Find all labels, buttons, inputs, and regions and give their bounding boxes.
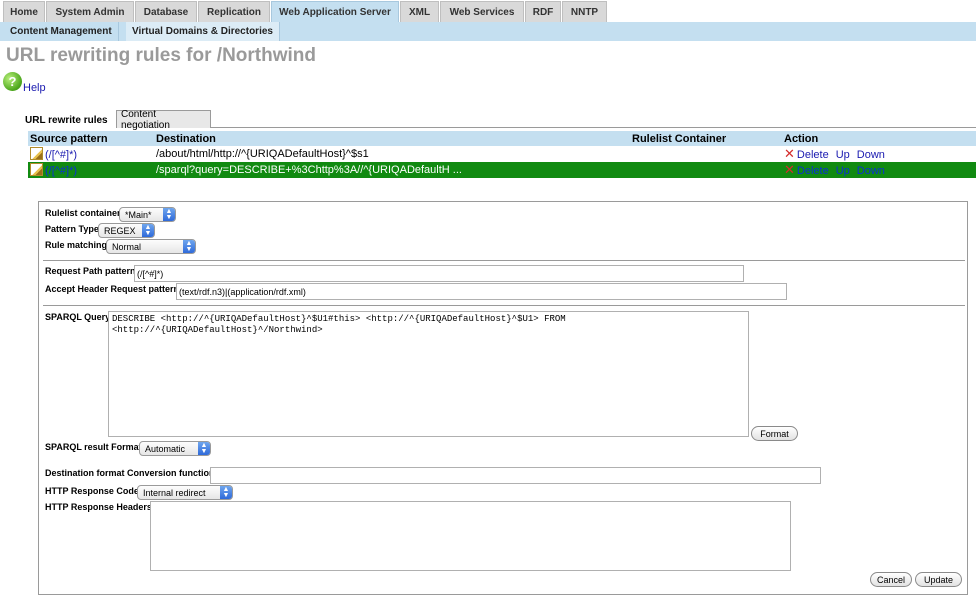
http-response-code-label: HTTP Response Code bbox=[45, 486, 139, 496]
sub-nav: Content Management Virtual Domains & Dir… bbox=[0, 22, 976, 41]
sparql-query-label: SPARQL Query bbox=[45, 312, 111, 322]
tab-content-negotiation[interactable]: Content negotiation bbox=[116, 109, 211, 131]
pattern-type-label: Pattern Type bbox=[45, 224, 99, 234]
tab-web-services[interactable]: Web Services bbox=[440, 1, 524, 22]
tab-database[interactable]: Database bbox=[135, 1, 197, 22]
rule-matching-value: Normal bbox=[112, 241, 142, 252]
container-cell bbox=[630, 146, 782, 162]
rules-table: Source pattern Destination Rulelist Cont… bbox=[28, 131, 976, 178]
sparql-result-format-select[interactable]: Automatic ▲ ▼ bbox=[139, 441, 211, 456]
format-button[interactable]: Format bbox=[751, 426, 798, 441]
column-header-action: Action bbox=[782, 131, 976, 146]
inner-tab-bar: URL rewrite rules Content negotiation bbox=[20, 109, 976, 131]
column-header-container: Rulelist Container bbox=[630, 131, 782, 146]
column-header-source: Source pattern bbox=[28, 131, 154, 146]
delete-link[interactable]: Delete bbox=[797, 149, 829, 161]
accept-header-pattern-label: Accept Header Request pattern bbox=[45, 284, 180, 294]
help-icon[interactable]: ? bbox=[3, 72, 22, 91]
source-cell: (/[^#]*) bbox=[28, 146, 154, 162]
divider bbox=[43, 260, 965, 261]
select-arrow-icon: ▲ ▼ bbox=[163, 208, 175, 221]
page-title: URL rewriting rules for /Northwind bbox=[6, 45, 316, 66]
tab-nntp[interactable]: NNTP bbox=[562, 1, 607, 22]
destination-conversion-label: Destination format Conversion function bbox=[45, 468, 215, 478]
http-response-headers-label: HTTP Response Headers bbox=[45, 502, 152, 512]
sparql-result-format-value: Automatic bbox=[145, 443, 186, 454]
tab-web-application-server[interactable]: Web Application Server bbox=[271, 1, 399, 22]
delete-icon[interactable]: ✕ bbox=[784, 146, 795, 161]
pattern-type-value: REGEX bbox=[104, 225, 136, 236]
destination-cell: /sparql?query=DESCRIBE+%3Chttp%3A//^{URI… bbox=[154, 162, 630, 178]
http-response-code-select[interactable]: Internal redirect ▲ ▼ bbox=[137, 485, 233, 500]
up-link[interactable]: Up bbox=[836, 149, 850, 161]
pattern-type-select[interactable]: REGEX ▲ ▼ bbox=[98, 223, 155, 238]
tab-system-admin[interactable]: System Admin bbox=[46, 1, 134, 22]
up-link[interactable]: Up bbox=[836, 165, 850, 177]
rule-edit-panel: Rulelist container *Main* ▲ ▼ Pattern Typ… bbox=[38, 201, 968, 595]
edit-icon[interactable] bbox=[30, 147, 43, 160]
delete-icon[interactable]: ✕ bbox=[784, 162, 795, 177]
container-cell bbox=[630, 162, 782, 178]
tab-url-rewrite-rules[interactable]: URL rewrite rules bbox=[20, 110, 116, 129]
sparql-query-textarea[interactable]: DESCRIBE <http://^{URIQADefaultHost}^$U1… bbox=[108, 311, 749, 437]
request-path-pattern-label: Request Path pattern bbox=[45, 266, 136, 276]
action-cell: ✕ Delete Up Down bbox=[782, 146, 976, 162]
table-row[interactable]: (/[^#]*) /about/html/http://^{URIQADefau… bbox=[28, 146, 976, 162]
select-arrow-icon: ▲ ▼ bbox=[142, 224, 154, 237]
delete-link[interactable]: Delete bbox=[797, 165, 829, 177]
rulelist-container-select[interactable]: *Main* ▲ ▼ bbox=[119, 207, 176, 222]
action-cell: ✕ Delete Up Down bbox=[782, 162, 976, 178]
http-response-code-value: Internal redirect bbox=[143, 487, 206, 498]
tab-rdf[interactable]: RDF bbox=[525, 1, 561, 22]
rulelist-container-label: Rulelist container bbox=[45, 208, 121, 218]
subtab-content-management[interactable]: Content Management bbox=[4, 22, 119, 41]
source-cell: (/[^#]*) bbox=[28, 162, 154, 178]
update-button[interactable]: Update bbox=[915, 572, 962, 587]
down-link[interactable]: Down bbox=[857, 165, 885, 177]
subtab-virtual-domains[interactable]: Virtual Domains & Directories bbox=[126, 22, 280, 41]
select-arrow-icon: ▲ ▼ bbox=[183, 240, 195, 253]
rule-matching-select[interactable]: Normal ▲ ▼ bbox=[106, 239, 196, 254]
column-header-destination: Destination bbox=[154, 131, 630, 146]
select-arrow-icon: ▲ ▼ bbox=[220, 486, 232, 499]
destination-conversion-input[interactable] bbox=[210, 467, 821, 484]
help-label[interactable]: Help bbox=[23, 82, 46, 94]
destination-cell: /about/html/http://^{URIQADefaultHost}^$… bbox=[156, 148, 369, 160]
accept-header-pattern-input[interactable]: (text/rdf.n3)|(application/rdf.xml) bbox=[176, 283, 787, 300]
http-response-headers-textarea[interactable] bbox=[150, 501, 791, 571]
edit-icon[interactable] bbox=[30, 163, 43, 176]
tab-replication[interactable]: Replication bbox=[198, 1, 270, 22]
main-nav: Home System Admin Database Replication W… bbox=[0, 0, 976, 22]
table-header: Source pattern Destination Rulelist Cont… bbox=[28, 131, 976, 146]
source-pattern-link[interactable]: (/[^#]*) bbox=[45, 149, 77, 161]
rulelist-container-value: *Main* bbox=[125, 209, 152, 220]
tab-home[interactable]: Home bbox=[3, 1, 45, 22]
request-path-pattern-input[interactable]: (/[^#]*) bbox=[134, 265, 744, 282]
select-arrow-icon: ▲ ▼ bbox=[198, 442, 210, 455]
rule-matching-label: Rule matching bbox=[45, 240, 108, 250]
cancel-button[interactable]: Cancel bbox=[870, 572, 912, 587]
down-link[interactable]: Down bbox=[857, 149, 885, 161]
source-pattern-link[interactable]: (/[^#]*) bbox=[45, 165, 77, 177]
help-link[interactable]: ? Help bbox=[3, 72, 46, 94]
divider bbox=[43, 305, 965, 306]
tab-xml[interactable]: XML bbox=[400, 1, 439, 22]
sparql-result-format-label: SPARQL result Format bbox=[45, 442, 142, 452]
table-row-selected[interactable]: (/[^#]*) /sparql?query=DESCRIBE+%3Chttp%… bbox=[28, 162, 976, 178]
